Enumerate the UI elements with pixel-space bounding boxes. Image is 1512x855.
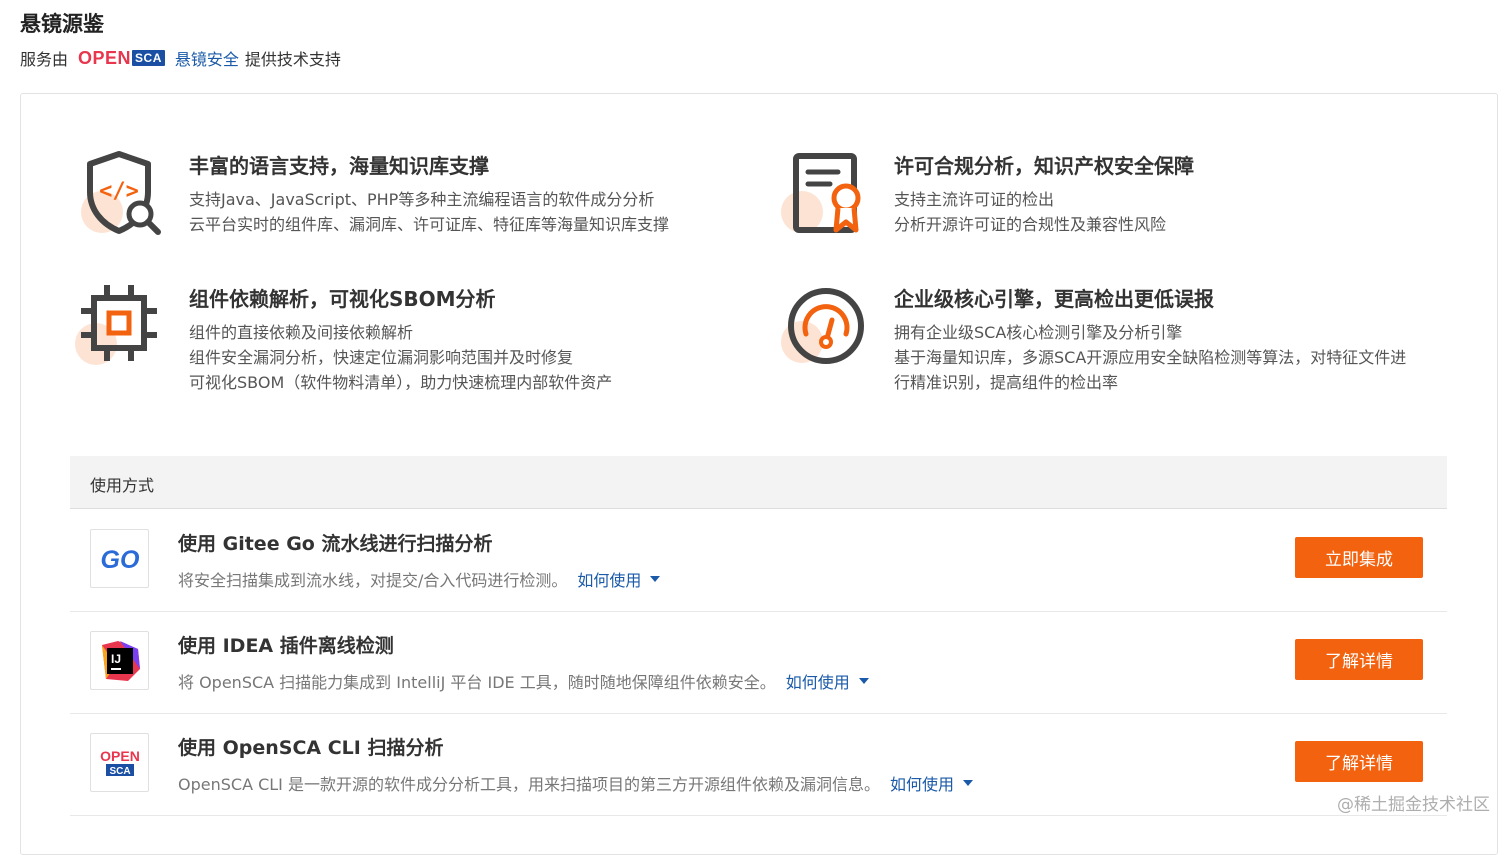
usage-row-idea-plugin: IJ 使用 IDEA 插件离线检测 将 OpenSCA 扫描能力集成到 Inte… — [70, 611, 1447, 714]
intellij-logo-icon: IJ — [90, 631, 149, 690]
provider-suffix: 提供技术支持 — [244, 50, 341, 69]
row-description: 将 OpenSCA 扫描能力集成到 IntelliJ 平台 IDE 工具，随时随… — [178, 669, 869, 693]
how-to-use-link[interactable]: 如何使用 — [577, 567, 661, 591]
feature-title: 企业级核心引擎，更高检出更低误报 — [894, 287, 1214, 311]
row-description: 将安全扫描集成到流水线，对提交/合入代码进行检测。 如何使用 — [178, 567, 661, 591]
opensca-logo-open: OPEN — [100, 748, 140, 764]
feature-description: 支持主流许可证的检出 分析开源许可证的合规性及兼容性风险 — [894, 187, 1166, 237]
row-title: 使用 OpenSCA CLI 扫描分析 — [178, 737, 444, 759]
gitee-go-logo-text: GO — [100, 546, 139, 574]
how-to-use-link[interactable]: 如何使用 — [786, 669, 869, 693]
caret-down-icon — [963, 780, 974, 786]
row-title: 使用 IDEA 插件离线检测 — [178, 635, 394, 657]
provider-link[interactable]: 悬镜安全 — [175, 46, 239, 70]
integrate-now-button[interactable]: 立即集成 — [1295, 537, 1423, 578]
chip-icon — [75, 285, 157, 365]
feature-line: 支持主流许可证的检出 — [894, 190, 1055, 209]
feature-title: 组件依赖解析，可视化SBOM分析 — [189, 287, 496, 311]
how-to-use-label: 如何使用 — [785, 673, 850, 692]
feature-line: 拥有企业级SCA核心检测引擎及分析引擎 — [894, 323, 1183, 342]
opensca-brand-logo[interactable]: OPEN SCA — [78, 48, 165, 69]
row-description-text: 将 OpenSCA 扫描能力集成到 IntelliJ 平台 IDE 工具，随时随… — [178, 673, 776, 692]
row-title: 使用 Gitee Go 流水线进行扫描分析 — [178, 533, 493, 555]
feature-line: 云平台实时的组件库、漏洞库、许可证库、特征库等海量知识库支撑 — [189, 215, 670, 234]
page-title: 悬镜源鉴 — [20, 12, 104, 36]
opensca-logo-icon: OPEN SCA — [90, 733, 149, 792]
feature-title: 丰富的语言支持，海量知识库支撑 — [189, 154, 489, 178]
feature-line: 组件安全漏洞分析，快速定位漏洞影响范围并及时修复 — [189, 348, 574, 367]
row-description: OpenSCA CLI 是一款开源的软件成分分析工具，用来扫描项目的第三方开源组… — [178, 771, 974, 795]
feature-line: 行精准识别，提高组件的检出率 — [894, 373, 1119, 392]
usage-row-gitee-go: GO 使用 Gitee Go 流水线进行扫描分析 将安全扫描集成到流水线，对提交… — [70, 509, 1447, 612]
feature-line: 组件的直接依赖及间接依赖解析 — [189, 323, 414, 342]
feature-line: 基于海量知识库，多源SCA开源应用安全缺陷检测等算法，对特征文件进 — [894, 348, 1407, 367]
svg-text:</>: </> — [99, 179, 139, 204]
row-description-text: OpenSCA CLI 是一款开源的软件成分分析工具，用来扫描项目的第三方开源组… — [178, 775, 880, 794]
opensca-logo-sca: SCA — [109, 766, 130, 777]
watermark: @稀土掘金技术社区 — [1337, 795, 1490, 815]
gauge-icon — [781, 288, 864, 364]
intellij-logo-text: IJ — [111, 652, 121, 666]
logo-open-text: OPEN — [78, 47, 132, 68]
certificate-icon — [781, 153, 861, 233]
how-to-use-label: 如何使用 — [890, 775, 955, 794]
how-to-use-label: 如何使用 — [577, 571, 642, 590]
code-shield-icon: </> — [81, 151, 161, 235]
caret-down-icon — [858, 678, 869, 684]
feature-description: 组件的直接依赖及间接依赖解析 组件安全漏洞分析，快速定位漏洞影响范围并及时修复 … — [189, 320, 612, 395]
gitee-go-logo-icon: GO — [90, 529, 149, 588]
learn-more-button[interactable]: 了解详情 — [1295, 639, 1423, 680]
provider-prefix: 服务由 — [20, 50, 69, 69]
caret-down-icon — [650, 576, 661, 582]
usage-section-header: 使用方式 — [70, 456, 1447, 509]
feature-line: 分析开源许可证的合规性及兼容性风险 — [894, 215, 1167, 234]
learn-more-button[interactable]: 了解详情 — [1295, 741, 1423, 782]
feature-line: 支持Java、JavaScript、PHP等多种主流编程语言的软件成分分析 — [189, 190, 655, 209]
feature-line: 可视化SBOM（软件物料清单），助力快速梳理内部软件资产 — [189, 373, 613, 392]
feature-title: 许可合规分析，知识产权安全保障 — [894, 154, 1194, 178]
provider-line: 服务由 OPEN SCA 悬镜安全 提供技术支持 — [20, 46, 341, 70]
feature-description: 支持Java、JavaScript、PHP等多种主流编程语言的软件成分分析 云平… — [189, 187, 669, 237]
usage-section-title: 使用方式 — [90, 476, 155, 495]
logo-sca-text: SCA — [132, 50, 165, 66]
feature-description: 拥有企业级SCA核心检测引擎及分析引擎 基于海量知识库，多源SCA开源应用安全缺… — [894, 320, 1406, 395]
how-to-use-link[interactable]: 如何使用 — [890, 771, 974, 795]
row-description-text: 将安全扫描集成到流水线，对提交/合入代码进行检测。 — [178, 571, 568, 590]
usage-row-opensca-cli: OPEN SCA 使用 OpenSCA CLI 扫描分析 OpenSCA CLI… — [70, 713, 1447, 816]
